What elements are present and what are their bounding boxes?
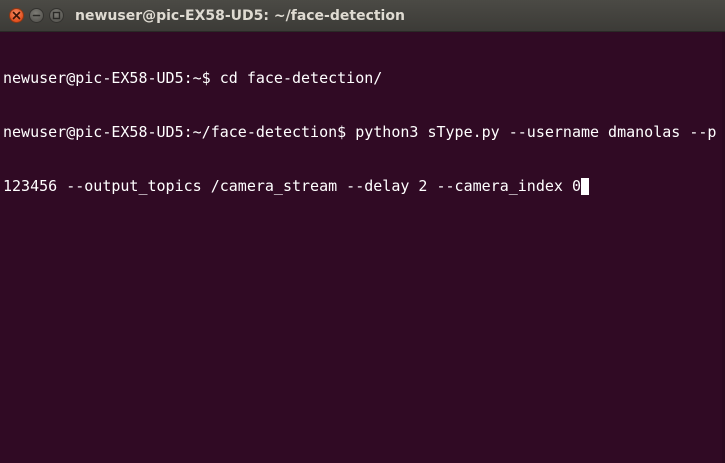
- close-icon: [12, 11, 21, 20]
- maximize-icon: [52, 11, 61, 20]
- close-button[interactable]: [9, 8, 24, 23]
- window-title: newuser@pic-EX58-UD5: ~/face-detection: [75, 8, 405, 24]
- text-cursor: [580, 178, 589, 195]
- title-bar[interactable]: newuser@pic-EX58-UD5: ~/face-detection: [0, 0, 725, 32]
- terminal-output[interactable]: newuser@pic-EX58-UD5:~$ cd face-detectio…: [3, 33, 721, 461]
- terminal-window: newuser@pic-EX58-UD5: ~/face-detection n…: [0, 0, 725, 463]
- minimize-icon: [32, 14, 41, 17]
- maximize-button[interactable]: [49, 8, 64, 23]
- terminal-line: newuser@pic-EX58-UD5:~/face-detection$ p…: [3, 123, 717, 141]
- terminal-line-active[interactable]: 123456 --output_topics /camera_stream --…: [3, 177, 721, 195]
- command-text: 123456 --output_topics /camera_stream --…: [3, 177, 581, 195]
- terminal-line: newuser@pic-EX58-UD5:~$ cd face-detectio…: [3, 69, 383, 87]
- minimize-button[interactable]: [29, 8, 44, 23]
